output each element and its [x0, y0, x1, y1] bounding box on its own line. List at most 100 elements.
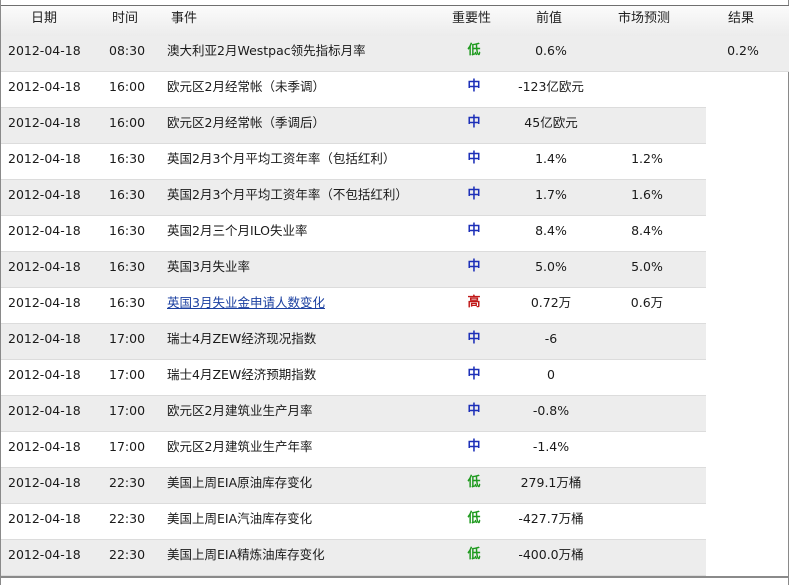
cell-previous: 1.7% — [535, 187, 567, 202]
cell-importance: 中 — [467, 259, 481, 274]
table-row: 2012-04-18 17:00 瑞士4月ZEW经济现况指数 中 -6 — [1, 324, 789, 360]
cell-time: 17:00 — [109, 403, 146, 418]
cell-forecast: 1.2% — [631, 151, 663, 166]
event-link[interactable]: 英国3月失业金申请人数变化 — [167, 288, 325, 324]
header-result: 结果 — [728, 11, 755, 26]
cell-result — [693, 288, 789, 324]
cell-result — [693, 540, 789, 576]
cell-importance: 中 — [467, 223, 481, 238]
cell-result — [693, 216, 789, 252]
cell-time: 17:00 — [109, 331, 146, 346]
cell-importance: 中 — [467, 115, 481, 130]
cell-forecast: 0.6万 — [630, 295, 664, 310]
cell-previous: 5.0% — [535, 259, 567, 274]
table-row: 2012-04-18 16:00 欧元区2月经常帐（未季调） 中 -123亿欧元 — [1, 72, 789, 108]
cell-date: 2012-04-18 — [8, 475, 81, 490]
cell-date: 2012-04-18 — [8, 403, 81, 418]
cell-previous: 8.4% — [535, 223, 567, 238]
cell-time: 17:00 — [109, 439, 146, 454]
cell-importance: 低 — [467, 43, 481, 58]
cell-previous: -0.8% — [532, 403, 570, 418]
calendar-table-frame: 日期 时间 事件 重要性 前值 市场预测 结果 2012-04-18 08:30 澳… — [0, 0, 789, 585]
cell-result — [693, 144, 789, 180]
cell-date: 2012-04-18 — [8, 43, 81, 58]
cell-forecast — [597, 468, 697, 504]
cell-time: 22:30 — [109, 547, 146, 562]
cell-previous: 279.1万桶 — [520, 475, 582, 490]
cell-event: 欧元区2月经常帐（季调后） — [167, 115, 325, 130]
cell-previous: 1.4% — [535, 151, 567, 166]
cell-event: 英国2月3个月平均工资年率（不包括红利） — [167, 187, 408, 202]
cell-importance: 中 — [467, 367, 481, 382]
table-header: 日期 时间 事件 重要性 前值 市场预测 结果 — [1, 6, 789, 37]
cell-forecast — [597, 504, 697, 540]
table-row: 2012-04-18 17:00 欧元区2月建筑业生产月率 中 -0.8% — [1, 396, 789, 432]
cell-forecast — [597, 540, 697, 576]
cell-importance: 中 — [467, 331, 481, 346]
cell-event: 瑞士4月ZEW经济现况指数 — [167, 331, 317, 346]
header-date: 日期 — [31, 11, 58, 26]
cell-result — [693, 72, 789, 108]
cell-date: 2012-04-18 — [8, 223, 81, 238]
cell-time: 16:30 — [109, 259, 146, 274]
cell-date: 2012-04-18 — [8, 115, 81, 130]
cell-result — [693, 324, 789, 360]
cell-event: 美国上周EIA原油库存变化 — [167, 475, 313, 490]
cell-time: 16:30 — [109, 187, 146, 202]
cell-previous: -123亿欧元 — [518, 79, 584, 94]
table-row: 2012-04-18 16:30 英国2月3个月平均工资年率（不包括红利） 中 1.7%… — [1, 180, 789, 216]
cell-result — [693, 180, 789, 216]
cell-date: 2012-04-18 — [8, 367, 81, 382]
cell-event: 瑞士4月ZEW经济预期指数 — [167, 367, 317, 382]
cell-time: 17:00 — [109, 367, 146, 382]
table-row: 2012-04-18 17:00 欧元区2月建筑业生产年率 中 -1.4% — [1, 432, 789, 468]
cell-event: 美国上周EIA精炼油库存变化 — [167, 547, 325, 562]
header-previous: 前值 — [536, 11, 563, 26]
table-row: 2012-04-18 16:00 欧元区2月经常帐（季调后） 中 45亿欧元 — [1, 108, 789, 144]
table-row: 2012-04-18 17:00 瑞士4月ZEW经济预期指数 中 0 — [1, 360, 789, 396]
cell-event: 英国3月失业率 — [167, 259, 250, 274]
cell-time: 22:30 — [109, 511, 146, 526]
cell-importance: 中 — [467, 151, 481, 166]
cell-event: 美国上周EIA汽油库存变化 — [167, 511, 313, 526]
table-row: 2012-04-18 22:30 美国上周EIA精炼油库存变化 低 -400.0万桶 — [1, 540, 789, 576]
cell-result — [693, 468, 789, 504]
table-row: 2012-04-18 16:30 英国2月3个月平均工资年率（包括红利） 中 1.4% 1… — [1, 144, 789, 180]
header-forecast: 市场预测 — [618, 11, 671, 26]
cell-importance: 中 — [467, 79, 481, 94]
cell-forecast — [597, 396, 697, 432]
cell-date: 2012-04-18 — [8, 79, 81, 94]
cell-time: 16:30 — [109, 151, 146, 166]
cell-event: 欧元区2月建筑业生产年率 — [167, 439, 313, 454]
cell-previous: 0 — [547, 367, 555, 382]
header-importance: 重要性 — [452, 11, 492, 26]
table-row: 2012-04-18 16:30 英国3月失业金申请人数变化 高 0.72万 0.6万 — [1, 288, 789, 324]
cell-time: 16:00 — [109, 79, 146, 94]
cell-importance: 低 — [467, 511, 481, 526]
cell-date: 2012-04-18 — [8, 511, 81, 526]
cell-event: 欧元区2月经常帐（未季调） — [167, 79, 325, 94]
cell-previous: -6 — [544, 331, 558, 346]
cell-importance: 高 — [467, 295, 481, 310]
cell-previous: 0.6% — [535, 43, 567, 58]
cell-event: 英国2月3个月平均工资年率（包括红利） — [167, 151, 396, 166]
cell-importance: 中 — [467, 439, 481, 454]
cell-date: 2012-04-18 — [8, 259, 81, 274]
cell-time: 22:30 — [109, 475, 146, 490]
cell-previous: -427.7万桶 — [518, 511, 584, 526]
cell-importance: 中 — [467, 187, 481, 202]
table-row: 2012-04-18 16:30 英国3月失业率 中 5.0% 5.0% — [1, 252, 789, 288]
cell-time: 08:30 — [109, 43, 146, 58]
cell-time: 16:00 — [109, 115, 146, 130]
cell-event: 英国2月三个月ILO失业率 — [167, 223, 308, 238]
cell-date: 2012-04-18 — [8, 295, 81, 310]
table-body: 2012-04-18 08:30 澳大利亚2月Westpac领先指标月率低 0.6% 0… — [1, 36, 789, 576]
cell-date: 2012-04-18 — [8, 187, 81, 202]
cell-result — [693, 396, 789, 432]
cell-event: 欧元区2月建筑业生产月率 — [167, 403, 313, 418]
cell-forecast — [597, 324, 697, 360]
cell-importance: 中 — [467, 403, 481, 418]
header-time: 时间 — [112, 11, 139, 26]
cell-forecast: 1.6% — [631, 187, 663, 202]
cell-date: 2012-04-18 — [8, 439, 81, 454]
